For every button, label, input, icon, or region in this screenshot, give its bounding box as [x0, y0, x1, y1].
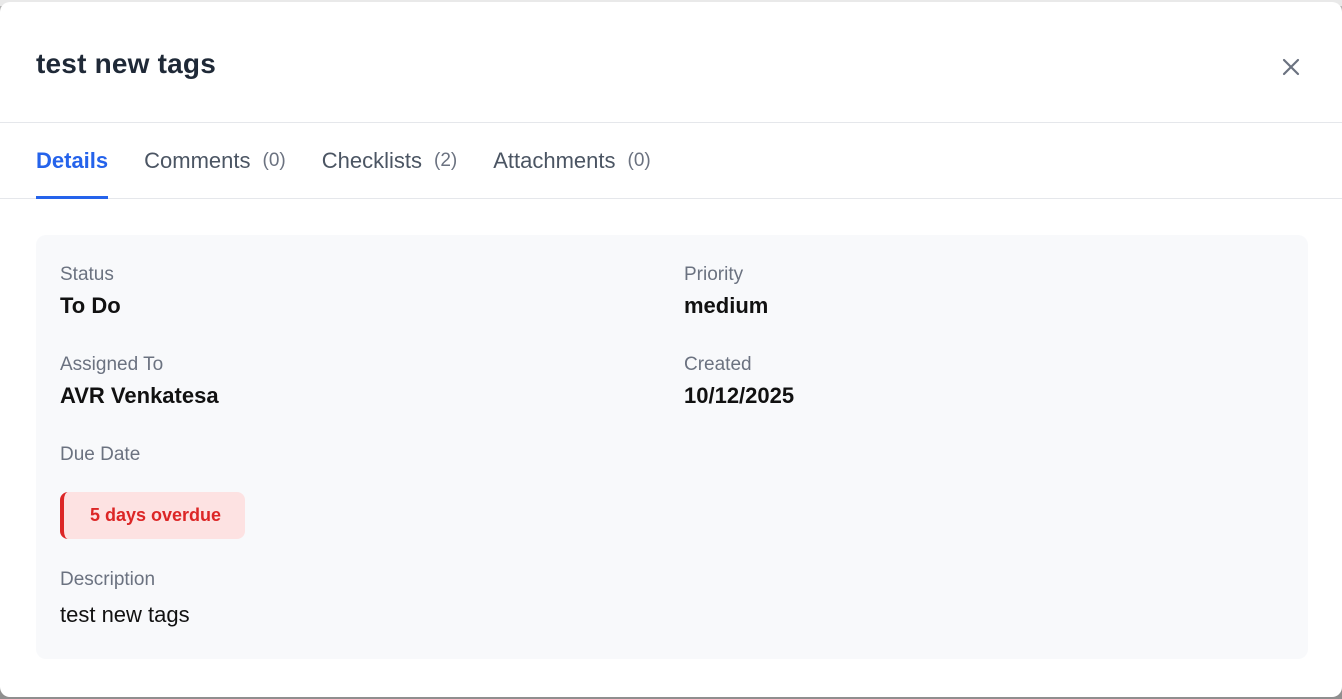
- tab-details[interactable]: Details: [36, 123, 109, 199]
- assigned-to-value: AVR Venkatesa: [60, 383, 219, 408]
- description-value: test new tags: [60, 602, 190, 627]
- modal-title: test new tags: [36, 48, 216, 79]
- description-label: Description: [60, 569, 156, 590]
- details-panel: Status To Do Priority medium Assigned To…: [36, 235, 1308, 659]
- status-label: Status: [60, 264, 114, 285]
- description-field: Description test new tags: [60, 568, 190, 630]
- tab-attachments[interactable]: Attachments (0): [493, 123, 651, 198]
- overdue-badge: 5 days overdue: [60, 492, 246, 539]
- close-button[interactable]: [1276, 52, 1306, 82]
- priority-label: Priority: [684, 264, 744, 285]
- priority-field: Priority medium: [684, 263, 768, 321]
- due-date-label: Due Date: [60, 444, 141, 465]
- close-icon: [1282, 58, 1300, 76]
- tab-count: (0): [627, 149, 651, 171]
- created-value: 10/12/2025: [684, 383, 795, 408]
- assigned-to-field: Assigned To AVR Venkatesa: [60, 353, 219, 411]
- status-value: To Do: [60, 293, 121, 318]
- created-field: Created 10/12/2025: [684, 353, 794, 411]
- priority-value: medium: [684, 293, 769, 318]
- tab-label: Attachments: [493, 147, 616, 173]
- tab-bar: Details Comments (0) Checklists (2) Atta…: [0, 123, 1342, 199]
- details-content: Status To Do Priority medium Assigned To…: [0, 199, 1342, 659]
- due-date-field: Due Date: [60, 443, 140, 467]
- tab-label: Details: [36, 147, 109, 173]
- tab-checklists[interactable]: Checklists (2): [322, 123, 457, 198]
- tab-count: (2): [434, 149, 458, 171]
- tab-count: (0): [262, 149, 286, 171]
- tab-label: Checklists: [321, 147, 422, 173]
- created-label: Created: [684, 354, 752, 375]
- tab-comments[interactable]: Comments (0): [144, 123, 286, 198]
- assigned-to-label: Assigned To: [60, 354, 164, 375]
- modal-header: test new tags: [0, 2, 1342, 123]
- status-field: Status To Do: [60, 263, 121, 321]
- task-detail-modal: test new tags Details Comments (0) Check…: [0, 2, 1342, 697]
- tab-label: Comments: [144, 147, 251, 173]
